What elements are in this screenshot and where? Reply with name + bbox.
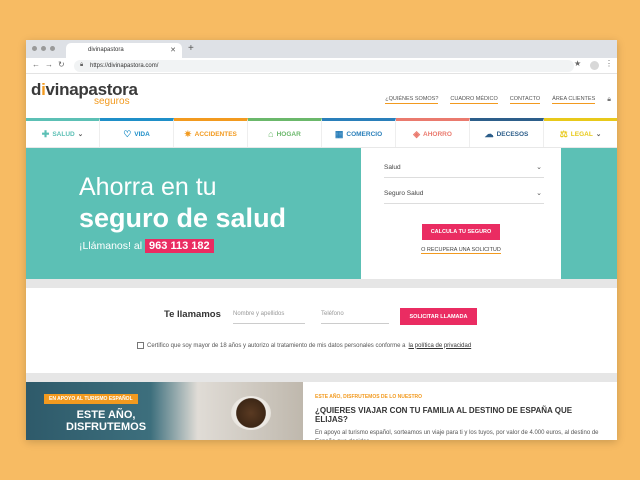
category-nav: ✚ SALUD ⌄ ♡ VIDA ✷ ACCIDENTES ⌂ HOGAR ▦ COMERCIO ◈ A…	[26, 118, 617, 148]
promo-image[interactable]: EN APOYO AL TURISMO ESPAÑOL ESTE AÑO, DI…	[26, 382, 303, 440]
calculate-quote-button[interactable]: CALCULA TU SEGURO	[422, 224, 500, 240]
nav-item-ahorro[interactable]: ◈ AHORRO	[396, 118, 470, 147]
chevron-down-icon: ⌄	[536, 164, 542, 171]
browser-tabbar: divinapastora ✕ +	[26, 40, 617, 58]
brand-subtitle: seguros	[94, 96, 130, 107]
promo-body: En apoyo al turismo español, sorteamos u…	[315, 430, 599, 440]
tag-icon: ◈	[413, 128, 421, 139]
request-call-button[interactable]: SOLICITAR LLAMADA	[400, 308, 477, 325]
house-icon: ⌂	[268, 129, 274, 139]
section-divider-2	[26, 373, 617, 382]
promo-section: EN APOYO AL TURISMO ESPAÑOL ESTE AÑO, DI…	[26, 382, 617, 440]
promo-headline: ESTE AÑO, DISFRUTEMOS	[66, 409, 147, 433]
nav-item-label: ACCIDENTES	[194, 130, 237, 138]
promo-title[interactable]: ¿QUIERES VIAJAR CON TU FAMILIA AL DESTIN…	[315, 406, 605, 424]
kebab-menu-icon[interactable]: ⋮	[605, 59, 613, 68]
coffee-mug-image	[231, 396, 271, 430]
nav-item-accidentes[interactable]: ✷ ACCIDENTES	[174, 118, 248, 147]
padlock-icon[interactable]: 🔒︎	[607, 96, 611, 104]
consent-row: Certifico que soy mayor de 18 años y aut…	[137, 342, 471, 349]
shop-icon: ▦	[334, 128, 344, 139]
nav-item-label: SALUD	[52, 130, 75, 138]
recover-request-link[interactable]: O RECUPERA UNA SOLICITUD	[361, 247, 561, 254]
nav-item-label: HOGAR	[276, 130, 301, 138]
forward-icon[interactable]: →	[45, 60, 53, 69]
browser-tab[interactable]: divinapastora ✕	[66, 43, 182, 58]
hero-line-2: seguro de salud	[79, 203, 287, 233]
chevron-down-icon: ⌄	[536, 190, 542, 197]
quote-form: Salud ⌄ Seguro Salud ⌄ CALCULA TU SEGURO…	[361, 148, 561, 279]
nav-item-legal[interactable]: ⚖ LEGAL ⌄	[544, 118, 617, 147]
hero-line-1: Ahorra en tu	[79, 173, 217, 201]
insurance-type-select[interactable]: Salud ⌄	[384, 160, 544, 178]
callback-title: Te llamamos	[164, 309, 221, 320]
reload-icon[interactable]: ↻	[58, 60, 65, 69]
cross-icon: ✚	[41, 128, 50, 139]
consent-text: Certifico que soy mayor de 18 años y aut…	[147, 342, 406, 349]
nav-item-decesos[interactable]: ☁ DECESOS	[470, 118, 544, 147]
nav-item-label: LEGAL	[570, 130, 593, 138]
name-input[interactable]: Nombre y apellidos	[233, 309, 305, 324]
phone-input[interactable]: Teléfono	[321, 309, 389, 324]
nav-item-hogar[interactable]: ⌂ HOGAR	[248, 118, 322, 147]
top-links: ¿QUIÉNES SOMOS? CUADRO MÉDICO CONTACTO Á…	[385, 96, 611, 104]
address-bar-row: ← → ↻ 🔒︎ https://divinapastora.com/ ★ ⋮	[26, 58, 617, 74]
back-icon[interactable]: ←	[32, 60, 40, 69]
nav-item-label: AHORRO	[423, 130, 452, 138]
tab-title: divinapastora	[88, 47, 124, 53]
hero-banner: Ahorra en tu seguro de salud ¡Llámanos! …	[26, 148, 617, 279]
nav-item-label: DECESOS	[496, 130, 529, 138]
site-header: divinapastora seguros ¿QUIÉNES SOMOS? CU…	[26, 74, 617, 118]
chevron-down-icon: ⌄	[77, 131, 84, 138]
phone-number[interactable]: 963 113 182	[145, 239, 214, 253]
url-text: https://divinapastora.com/	[90, 63, 159, 69]
bookmark-star-icon[interactable]: ★	[574, 59, 581, 68]
nav-item-label: VIDA	[134, 130, 150, 138]
heart-icon: ♡	[123, 128, 132, 139]
nav-item-salud[interactable]: ✚ SALUD ⌄	[26, 118, 100, 147]
hero-call-text: ¡Llámanos! al 963 113 182	[79, 239, 214, 253]
sun-icon: ✷	[184, 128, 192, 139]
new-tab-icon[interactable]: +	[188, 43, 194, 54]
link-cuadro-medico[interactable]: CUADRO MÉDICO	[450, 96, 498, 104]
consent-checkbox[interactable]	[137, 342, 144, 349]
nav-item-vida[interactable]: ♡ VIDA	[100, 118, 174, 147]
privacy-policy-link[interactable]: la política de privacidad	[408, 343, 471, 349]
url-field[interactable]: 🔒︎ https://divinapastora.com/	[74, 60, 574, 72]
nav-item-label: COMERCIO	[346, 130, 383, 138]
insurance-product-select[interactable]: Seguro Salud ⌄	[384, 186, 544, 204]
chevron-down-icon: ⌄	[595, 131, 602, 138]
section-divider	[26, 279, 617, 288]
scales-icon: ⚖	[559, 128, 568, 139]
profile-avatar[interactable]	[590, 61, 599, 70]
hero-side-strip	[561, 148, 617, 279]
link-area-clientes[interactable]: ÁREA CLIENTES	[552, 96, 596, 104]
brand-logo[interactable]: divinapastora seguros	[31, 80, 138, 107]
close-tab-icon[interactable]: ✕	[170, 46, 176, 54]
link-contacto[interactable]: CONTACTO	[509, 96, 541, 104]
promo-badge: EN APOYO AL TURISMO ESPAÑOL	[44, 394, 138, 404]
callback-section: Te llamamos Nombre y apellidos Teléfono …	[26, 288, 617, 373]
promo-text: ESTE AÑO, DISFRUTEMOS DE LO NUESTRO ¿QUI…	[315, 382, 605, 440]
browser-window: divinapastora ✕ + ← → ↻ 🔒︎ https://divin…	[26, 40, 617, 440]
promo-kicker: ESTE AÑO, DISFRUTEMOS DE LO NUESTRO	[315, 394, 423, 400]
link-quienes-somos[interactable]: ¿QUIÉNES SOMOS?	[385, 96, 439, 104]
lock-icon: 🔒︎	[80, 62, 84, 68]
cloud-icon: ☁	[484, 128, 494, 139]
window-controls[interactable]	[32, 46, 55, 51]
nav-item-comercio[interactable]: ▦ COMERCIO	[322, 118, 396, 147]
